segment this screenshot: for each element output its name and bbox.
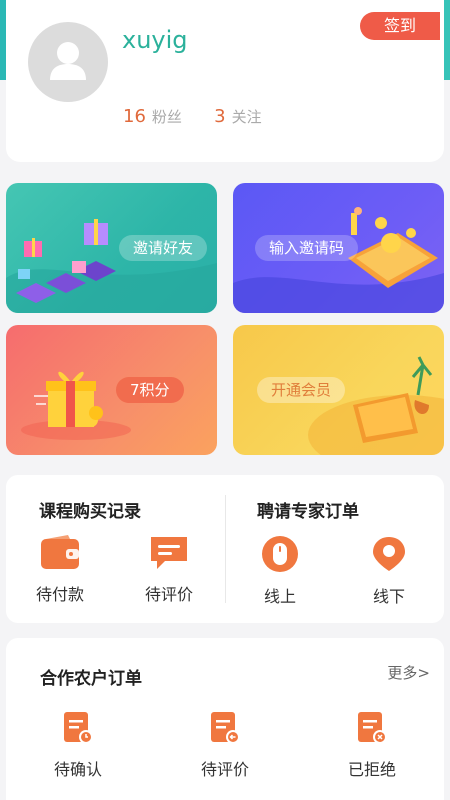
rejected-button[interactable]: 已拒绝 [332,710,412,780]
purchases-card: 课程购买记录 聘请专家订单 待付款 待评价 线上 线下 [6,475,444,623]
course-pending-review-label: 待评价 [144,585,193,604]
points-banner[interactable]: 7积分 [6,325,217,455]
coop-pending-review-label: 待评价 [200,760,249,779]
offline-orders-button[interactable]: 线下 [349,535,429,607]
section-divider [225,495,226,603]
gift-box-illustration [21,371,131,440]
avatar[interactable] [28,22,108,102]
following-label: 关注 [231,108,262,126]
following-count: 3 [214,106,226,127]
wallet-icon [41,535,79,569]
course-pending-review-button[interactable]: 待评价 [129,535,209,605]
enter-invite-code-label: 输入邀请码 [255,235,359,261]
comment-icon [151,537,187,569]
doc-reject-icon [358,712,387,744]
course-purchase-title: 课程购买记录 [39,502,141,522]
pending-confirm-button[interactable]: 待确认 [38,710,118,780]
coop-pending-review-button[interactable]: 待评价 [185,710,265,780]
open-membership-label: 开通会员 [257,377,346,403]
expert-orders-title: 聘请专家订单 [257,502,359,522]
username: xuyig [122,26,188,54]
checkin-button[interactable]: 签到 [360,12,440,40]
mouse-icon [262,536,298,572]
pending-confirm-label: 待确认 [53,760,102,779]
fans-stat[interactable]: 16 粉丝 [123,106,187,127]
offline-orders-label: 线下 [372,587,405,606]
user-icon [50,42,86,80]
location-pin-icon [373,537,405,571]
open-membership-banner[interactable]: 开通会员 [233,325,444,455]
points-label: 7积分 [116,377,184,403]
fans-label: 粉丝 [151,108,182,126]
invite-friends-label: 邀请好友 [119,235,208,261]
online-orders-label: 线上 [263,587,296,606]
doc-clock-icon [64,712,93,744]
enter-invite-code-banner[interactable]: 输入邀请码 [233,183,444,313]
rejected-label: 已拒绝 [347,760,396,779]
following-stat[interactable]: 3 关注 [214,106,262,127]
doc-return-icon [211,712,240,744]
coop-orders-title: 合作农户订单 [40,669,142,689]
invite-friends-banner[interactable]: 邀请好友 [6,183,217,313]
online-orders-button[interactable]: 线上 [240,535,320,607]
coop-orders-card: 合作农户订单 更多> 待确认 待评价 已拒绝 [6,638,444,800]
pending-payment-label: 待付款 [35,585,84,604]
profile-stats: 16 粉丝 3 关注 [123,106,262,127]
fans-count: 16 [123,106,146,127]
more-link[interactable]: 更多> [387,662,430,683]
pending-payment-button[interactable]: 待付款 [20,535,100,605]
